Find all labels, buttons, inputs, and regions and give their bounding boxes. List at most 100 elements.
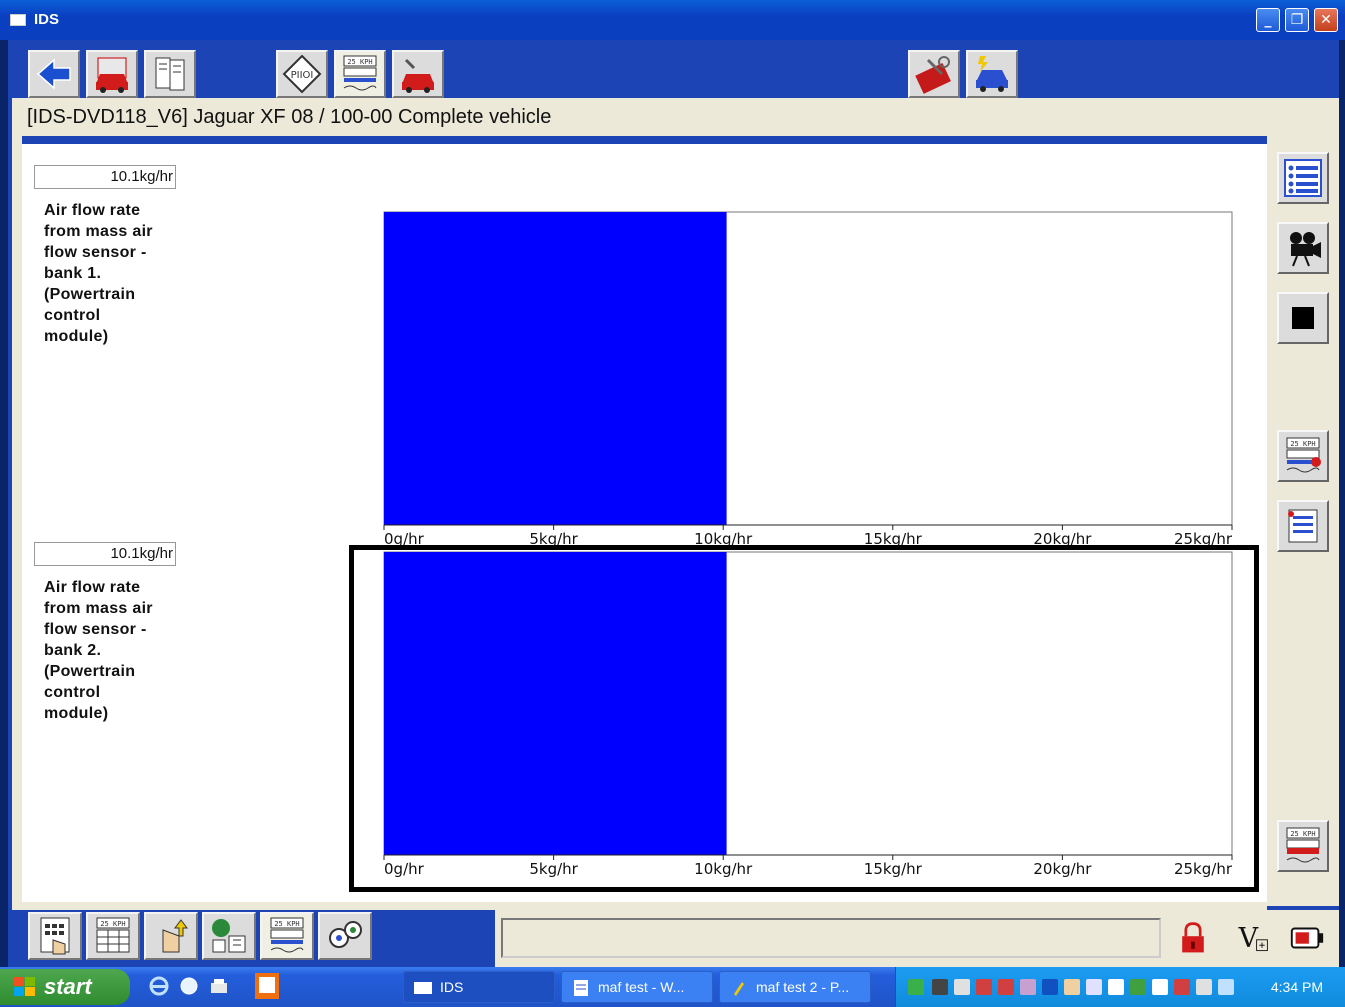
gauge-label-line: (Powertrain <box>44 286 136 303</box>
datalogger-record-button[interactable]: 25 KPH <box>1277 820 1329 872</box>
list-view-button[interactable] <box>1277 152 1329 204</box>
svg-text:25 KPH: 25 KPH <box>347 58 372 66</box>
gauge-value-readout: 10.1kg/hr <box>34 542 176 566</box>
value-bar <box>384 552 727 855</box>
value-bar <box>384 212 727 525</box>
x-tick-label: 20kg/hr <box>1033 860 1092 878</box>
keypad-button[interactable] <box>28 912 82 960</box>
pid-button[interactable]: PIIOI <box>276 50 328 98</box>
top-toolbar: PIIOI 25 KPH <box>8 40 1339 98</box>
touch-icon[interactable] <box>1064 979 1080 995</box>
safely-remove-icon[interactable] <box>1218 979 1234 995</box>
tray-app-icon[interactable] <box>1020 979 1036 995</box>
bluetooth-icon[interactable] <box>1042 979 1058 995</box>
gauge-label-line: Air flow rate <box>44 579 141 596</box>
window-title-bar[interactable]: IDS _ ❐ ✕ <box>0 0 1345 40</box>
task-label: maf test 2 - P... <box>756 979 850 995</box>
documents-button[interactable] <box>144 50 196 98</box>
datalogger-edit-icon: 25 KPH <box>1286 437 1321 473</box>
back-button[interactable] <box>28 50 80 98</box>
record-button[interactable] <box>1277 222 1329 274</box>
voltage-status[interactable]: V <box>1231 916 1275 960</box>
security-icon[interactable] <box>976 979 992 995</box>
gauge-label-line: from mass air <box>44 223 153 240</box>
shield-icon[interactable] <box>1174 979 1190 995</box>
monitor-icon[interactable] <box>1130 979 1146 995</box>
pen-icon[interactable] <box>1108 979 1124 995</box>
globe-settings-button[interactable] <box>202 912 256 960</box>
datalogger-edit-button[interactable]: 25 KPH <box>1277 430 1329 482</box>
toolbox-vehicle-button[interactable] <box>392 50 444 98</box>
voltage-meter-icon: V <box>1238 923 1268 954</box>
taskbar-item-word[interactable]: maf test - W... <box>561 971 713 1003</box>
datalogger-list-button[interactable] <box>1277 500 1329 552</box>
datalogger-button[interactable]: 25 KPH <box>334 50 386 98</box>
close-button[interactable]: ✕ <box>1314 8 1338 32</box>
vehicle-session-button[interactable] <box>966 50 1018 98</box>
toolbox-tools-icon <box>915 56 951 94</box>
gears-icon <box>329 921 362 948</box>
x-tick-label: 0g/hr <box>384 860 425 878</box>
maximize-button[interactable]: ❐ <box>1285 8 1309 32</box>
vehicle-description: [IDS-DVD118_V6] Jaguar XF 08 / 100-00 Co… <box>27 106 552 128</box>
pid-tag-icon: PIIOI <box>282 54 322 94</box>
speaker-icon[interactable] <box>954 979 970 995</box>
word-document-icon <box>574 980 588 996</box>
usb-icon[interactable] <box>932 979 948 995</box>
datalogger-active-icon: 25 KPH <box>270 917 304 953</box>
display-icon[interactable] <box>1086 979 1102 995</box>
gauge-label-line: control <box>44 307 101 324</box>
toolbox-button[interactable] <box>908 50 960 98</box>
start-button[interactable]: start <box>0 969 130 1005</box>
gauge-label-line: bank 1. <box>44 265 102 282</box>
alert-icon[interactable] <box>998 979 1014 995</box>
gauge-label-line: module) <box>44 328 109 345</box>
gauge-label-line: flow sensor - <box>44 244 147 261</box>
wifi-icon[interactable] <box>1152 979 1168 995</box>
system-tray: 4:34 PM <box>895 967 1345 1007</box>
gauge-label: Air flow rate from mass air flow sensor … <box>44 200 194 347</box>
task-label: maf test - W... <box>598 979 685 995</box>
x-tick-label: 10kg/hr <box>694 860 753 878</box>
bar-gauge-svg: 0g/hr 5kg/hr 10kg/hr 15kg/hr 20kg/hr 25kg/hr <box>383 211 1233 548</box>
gauge-label-line: module) <box>44 705 109 722</box>
taskbar-item-paint[interactable]: maf test 2 - P... <box>719 971 871 1003</box>
lock-status[interactable] <box>1171 916 1215 960</box>
datalogger-active-button[interactable]: 25 KPH <box>260 912 314 960</box>
gauge-label-line: from mass air <box>44 600 153 617</box>
app-quicklaunch-icon[interactable] <box>255 973 279 999</box>
gauge-label-line: bank 2. <box>44 642 102 659</box>
gauge-label-line: (Powertrain <box>44 663 136 680</box>
app-icon <box>10 14 26 26</box>
bank2-airflow-bar-gauge[interactable]: 0g/hr 5kg/hr 10kg/hr 15kg/hr 20kg/hr 25kg/hr <box>374 550 1242 885</box>
battery-connector-icon <box>1290 927 1324 949</box>
paint-brush-icon <box>734 982 744 996</box>
bank1-airflow-bar-gauge[interactable]: 0g/hr 5kg/hr 10kg/hr 15kg/hr 20kg/hr 25kg/hr <box>374 210 1242 555</box>
minimize-button[interactable]: _ <box>1256 8 1280 32</box>
documents-icon <box>155 57 185 91</box>
bottom-frame-strip <box>12 902 1267 910</box>
network-icon[interactable] <box>908 979 924 995</box>
browser-quicklaunch-icon[interactable] <box>178 975 200 997</box>
keypad-hand-icon <box>40 917 70 955</box>
list-view-icon <box>1284 159 1322 197</box>
gears-button[interactable] <box>318 912 372 960</box>
window-tray-icon[interactable] <box>1196 979 1212 995</box>
gauge-label-line: Air flow rate <box>44 202 141 219</box>
ie-quicklaunch-icon[interactable] <box>148 975 170 997</box>
battery-status[interactable] <box>1285 916 1329 960</box>
stop-button[interactable] <box>1277 292 1329 344</box>
gauge-label-line: control <box>44 684 101 701</box>
datalogger-grid-button[interactable]: 25 KPH <box>86 912 140 960</box>
right-tool-panel: 25 KPH 25 KPH <box>1267 136 1339 906</box>
datalogger-grid-icon: 25 KPH <box>96 917 130 953</box>
windows-logo-icon <box>14 977 35 996</box>
status-panel: V <box>495 910 1339 967</box>
hand-arrows-button[interactable] <box>144 912 198 960</box>
taskbar-item-ids[interactable]: IDS <box>403 971 555 1003</box>
vehicle-info-button[interactable] <box>86 50 138 98</box>
gauge-label: Air flow rate from mass air flow sensor … <box>44 577 194 724</box>
datalogger-red-icon: 25 KPH <box>1286 827 1320 863</box>
desktop-quicklaunch-icon[interactable] <box>208 975 230 997</box>
datalogger-list-icon <box>1288 509 1318 543</box>
